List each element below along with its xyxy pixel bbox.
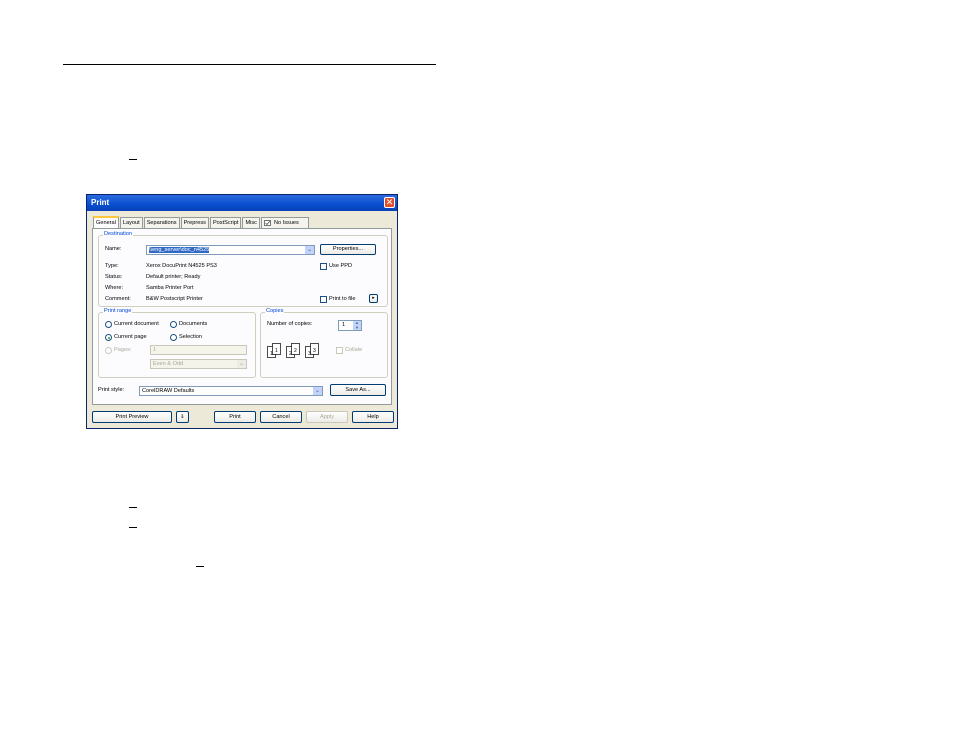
tab-prepress[interactable]: Prepress [180,217,209,228]
chevron-down-icon: ⌄ [305,246,314,254]
tab-layout[interactable]: Layout [119,217,143,228]
apply-button[interactable]: Apply [306,411,348,423]
comment-value: B&W Postscript Printer [146,296,203,302]
current-document-radio[interactable] [105,321,112,328]
dash-mark [129,159,137,160]
page-icon-number: 1 [270,351,273,357]
where-value: Samba Printer Port [146,285,194,291]
number-of-copies-label: Number of copies: [267,321,313,327]
destination-legend: Destination [103,231,133,237]
spin-arrows-icon[interactable]: ▲ ▼ [353,320,361,330]
print-to-file-options-button[interactable]: ▸ [369,294,378,303]
pages-filter-select[interactable]: Even & Odd ⌄ [150,359,247,369]
chevron-down-icon: ⌄ [313,387,322,395]
horizontal-rule [63,64,436,65]
dash-mark [129,527,137,528]
general-panel: Destination Name: \\eng_server\doc_n4525… [92,228,392,405]
copies-stepper[interactable]: 1 ▲ ▼ [338,320,362,331]
current-page-radio[interactable] [105,334,112,341]
print-style-value: CorelDRAW Defaults [142,388,195,394]
pages-filter-value: Even & Odd [153,361,184,367]
pages-input[interactable]: 1 [150,345,247,355]
page-icon-number: 2 [294,348,297,354]
print-range-legend: Print range [103,308,133,314]
title-bar: Print ✕ [87,195,397,211]
name-label: Name: [105,246,122,252]
dialog-title: Print [91,198,110,207]
selection-label: Selection [179,334,203,340]
copies-group: Copies Number of copies: 1 ▲ ▼ 1 1 2 2 3… [260,308,388,378]
documents-label: Documents [179,321,208,327]
print-range-group: Print range Current document Documents C… [98,308,256,378]
tab-no-issues[interactable]: No Issues [260,217,309,228]
issues-icon [264,220,271,226]
save-as-button[interactable]: Save As... [330,384,386,396]
collate-label: Collate [345,347,363,353]
tab-separations[interactable]: Separations [143,217,180,228]
close-button[interactable]: ✕ [384,197,395,208]
print-style-select[interactable]: CorelDRAW Defaults ⌄ [139,386,323,396]
status-value: Default printer; Ready [146,274,201,280]
print-to-file-checkbox[interactable] [320,296,327,303]
where-label: Where: [105,285,124,291]
properties-button[interactable]: Properties... [320,244,376,255]
dash-mark [196,566,204,567]
use-ppd-checkbox[interactable] [320,263,327,270]
pages-radio[interactable] [105,347,112,354]
tab-strip: General Layout Separations Prepress Post… [93,216,310,229]
use-ppd-label: Use PPD [329,263,353,269]
current-page-label: Current page [114,334,147,340]
tab-no-issues-label: No Issues [273,220,299,226]
current-document-label: Current document [114,321,159,327]
tab-misc[interactable]: Misc [242,217,260,228]
page-icon-number: 3 [308,351,311,357]
status-label: Status: [105,274,123,280]
pages-input-value: 1 [153,347,157,353]
type-value: Xerox DocuPrint N4525 PS3 [146,263,217,269]
help-button[interactable]: Help [352,411,394,423]
print-to-file-label: Print to file [329,296,356,302]
copies-legend: Copies [265,308,285,314]
preview-options-button[interactable]: ⇓ [176,411,189,423]
triangle-right-icon: ▸ [372,295,375,301]
printer-name-select[interactable]: \\eng_server\doc_n4525 ⌄ [146,245,315,255]
selection-radio[interactable] [170,334,177,341]
page-icon-number: 1 [275,348,278,354]
print-button[interactable]: Print [214,411,256,423]
dash-mark [129,507,137,508]
type-label: Type: [105,263,119,269]
print-style-label: Print style: [98,387,125,393]
page-icon-number: 3 [313,348,316,354]
destination-group: Destination Name: \\eng_server\doc_n4525… [98,231,388,307]
print-preview-button[interactable]: Print Preview [92,411,172,423]
comment-label: Comment: [105,296,131,302]
tab-postscript[interactable]: PostScript [209,217,242,228]
cancel-button[interactable]: Cancel [260,411,302,423]
printer-name-value: \\eng_server\doc_n4525 [149,247,210,253]
copies-value: 1 [342,322,346,328]
chevron-down-icon: ⌄ [237,360,246,368]
page-icon-number: 2 [289,351,292,357]
documents-radio[interactable] [170,321,177,328]
double-chevron-down-icon: ⇓ [180,414,185,420]
collate-checkbox[interactable] [336,347,343,354]
pages-label: Pages: [114,347,132,353]
print-dialog: Print ✕ General Layout Separations Prepr… [86,194,398,429]
